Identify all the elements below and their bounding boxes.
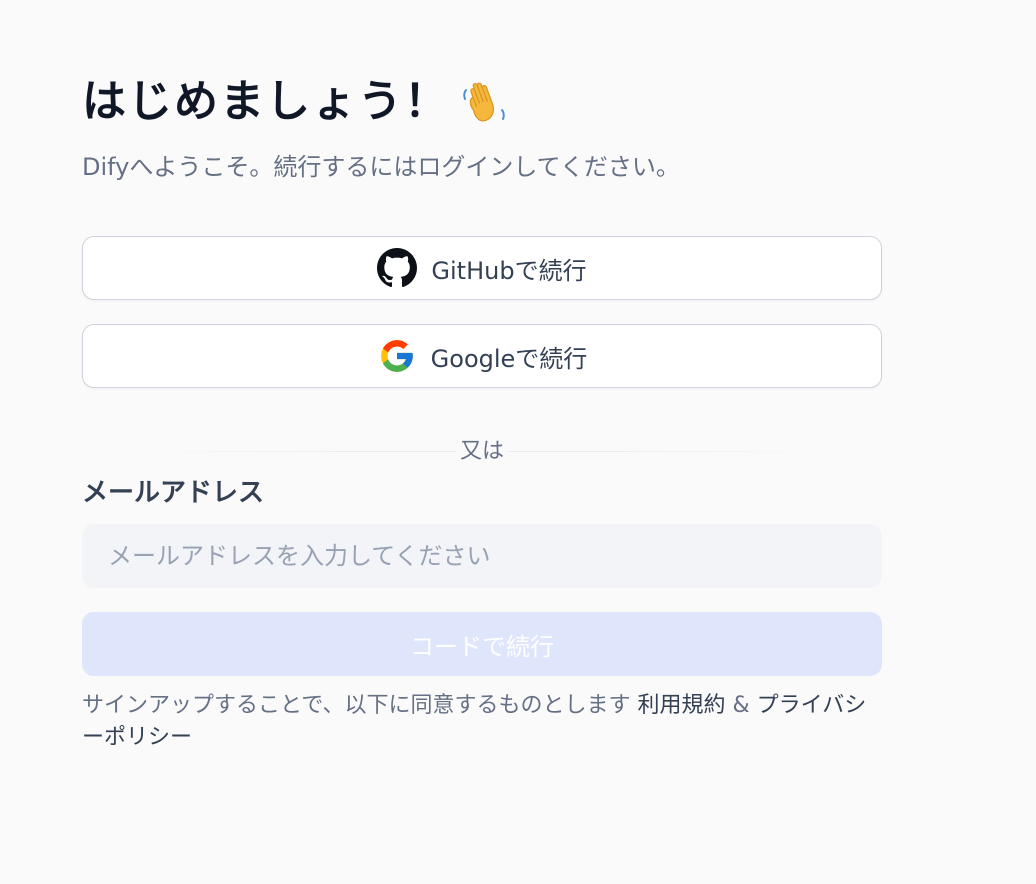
github-signin-button[interactable]: GitHubで続行: [82, 236, 882, 300]
terms-prefix: サインアップすることで、以下に同意するものとします: [82, 693, 638, 718]
continue-with-code-button[interactable]: コードで続行: [82, 612, 882, 676]
divider-text-wrap: 又は: [82, 434, 882, 470]
google-signin-button[interactable]: Googleで続行: [82, 324, 882, 388]
title-row: はじめましょう！: [82, 72, 510, 132]
terms-notice: サインアップすることで、以下に同意するものとします 利用規約 & プライバシーポ…: [82, 690, 882, 754]
google-signin-label: Googleで続行: [430, 344, 588, 373]
email-label: メールアドレス: [82, 478, 265, 508]
waving-hand-icon: [458, 76, 510, 128]
page-title: はじめましょう！: [82, 76, 450, 127]
github-signin-label: GitHubで続行: [431, 256, 587, 285]
page-subtitle: Difyへようこそ。続行するにはログインしてください。: [82, 153, 680, 181]
google-icon: [377, 336, 417, 376]
github-icon: [377, 248, 418, 288]
terms-of-service-link[interactable]: 利用規約: [637, 693, 725, 718]
or-divider: 又は: [82, 434, 882, 470]
email-input[interactable]: [82, 524, 882, 588]
divider-text: 又は: [455, 439, 508, 464]
terms-separator: &: [725, 693, 757, 718]
